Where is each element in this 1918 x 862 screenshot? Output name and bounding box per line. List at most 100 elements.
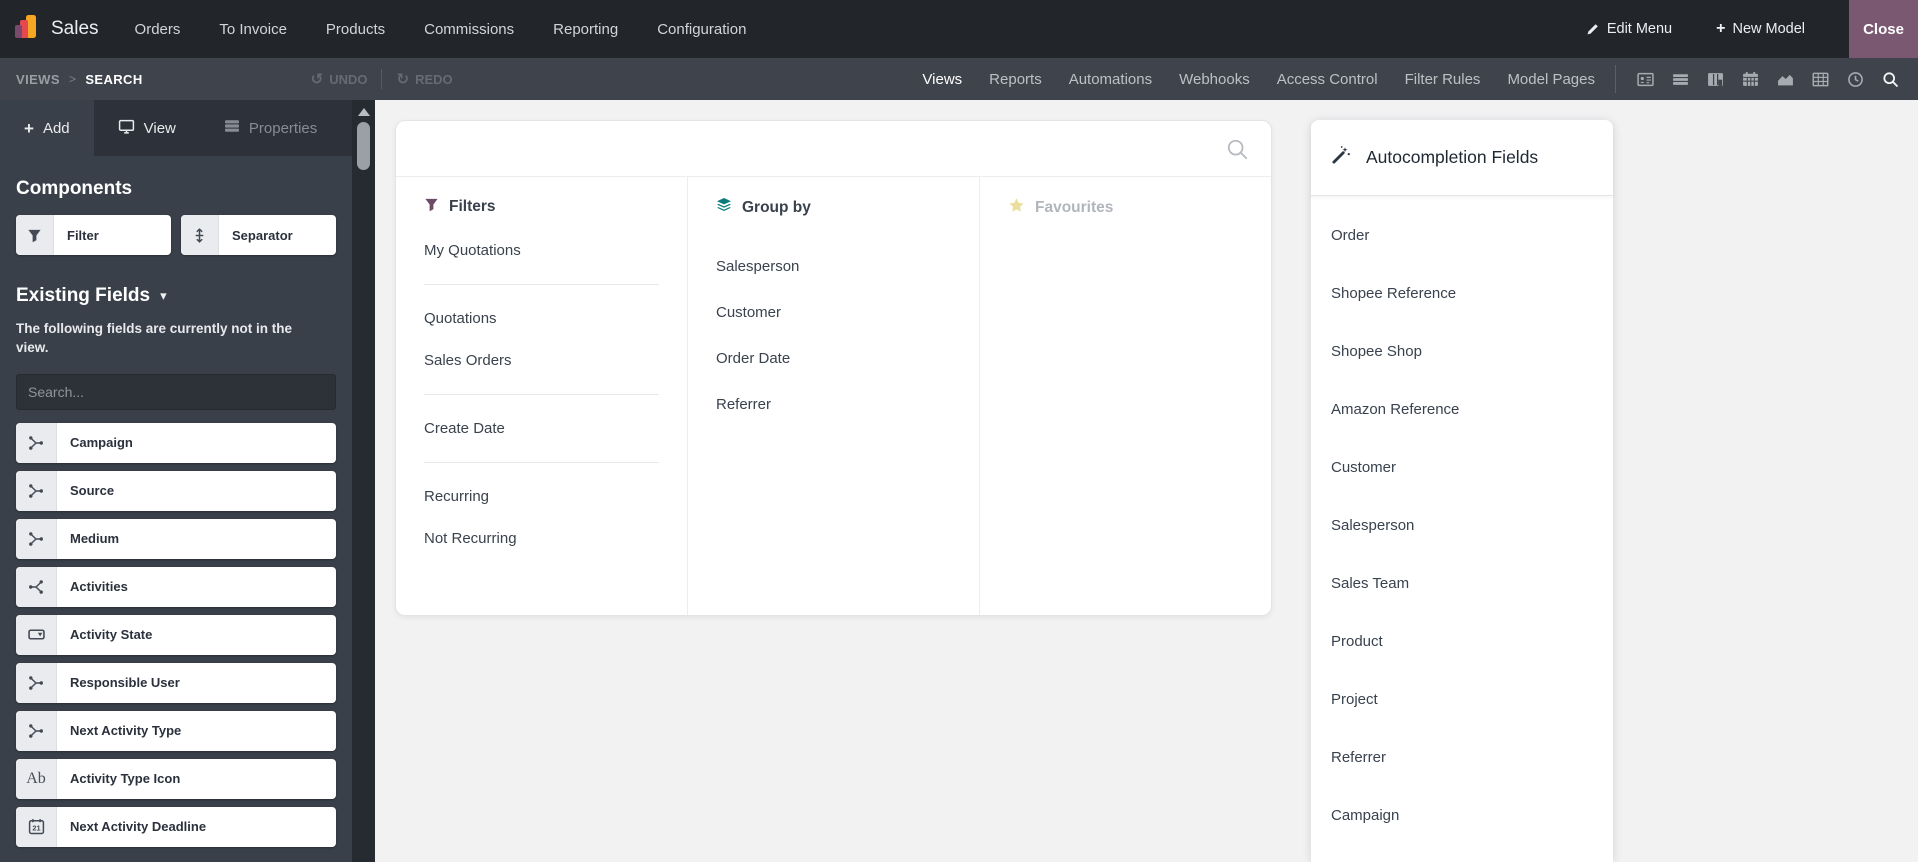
field-search-input[interactable] [16, 373, 336, 410]
autocomplete-item-amazon-reference[interactable]: Amazon Reference [1331, 399, 1613, 420]
new-model-button[interactable]: + New Model [1716, 21, 1805, 38]
field-next-activity-deadline[interactable]: 21 Next Activity Deadline [16, 806, 336, 847]
menu-item-commissions[interactable]: Commissions [424, 21, 514, 38]
field-source[interactable]: Source [16, 470, 336, 511]
favourites-title: Favourites [1035, 199, 1114, 216]
autocomplete-item-campaign[interactable]: Campaign [1331, 805, 1613, 826]
breadcrumb-views[interactable]: VIEWS [16, 72, 60, 87]
redo-button[interactable]: ↻ REDO [396, 70, 452, 88]
edit-menu-button[interactable]: Edit Menu [1586, 21, 1672, 37]
magic-wand-icon [1331, 145, 1351, 170]
filter-item-quotations[interactable]: Quotations [424, 310, 687, 327]
pencil-icon [1586, 22, 1600, 36]
calendar-view-icon[interactable] [1738, 67, 1762, 91]
undo-redo-group: ↺ UNDO ↻ REDO [311, 69, 453, 89]
filter-item-recurring[interactable]: Recurring [424, 488, 687, 505]
autocomplete-item-shopee-reference[interactable]: Shopee Reference [1331, 283, 1613, 304]
search-icon [1226, 138, 1249, 166]
tab-add[interactable]: + Add [0, 100, 94, 156]
activity-view-icon[interactable] [1843, 67, 1867, 91]
filter-separator[interactable] [424, 394, 659, 395]
breadcrumb-separator: > [68, 72, 77, 86]
autocomplete-item-product[interactable]: Product [1331, 631, 1613, 652]
list-view-icon[interactable] [1668, 67, 1692, 91]
app-name[interactable]: Sales [51, 18, 99, 40]
field-responsible-user[interactable]: Responsible User [16, 662, 336, 703]
pivot-view-icon[interactable] [1808, 67, 1832, 91]
preview-search-bar[interactable] [396, 121, 1271, 177]
tab-access-control[interactable]: Access Control [1277, 71, 1378, 88]
menu-item-products[interactable]: Products [326, 21, 385, 38]
monitor-icon [118, 118, 135, 139]
tab-views[interactable]: Views [922, 71, 962, 88]
properties-stack-icon [224, 118, 240, 138]
autocomplete-item-customer[interactable]: Customer [1331, 457, 1613, 478]
field-next-activity-type[interactable]: Next Activity Type [16, 710, 336, 751]
autocomplete-item-shopee-shop[interactable]: Shopee Shop [1331, 341, 1613, 362]
tab-properties[interactable]: Properties [200, 100, 341, 156]
existing-fields-list: Campaign Source Medium Activities Activi… [16, 422, 336, 847]
component-filter-label: Filter [67, 227, 99, 243]
selection-icon [16, 614, 57, 655]
sidebar-scrollbar[interactable] [352, 100, 375, 862]
top-navbar: Sales Orders To Invoice Products Commiss… [0, 0, 1918, 58]
field-activity-state[interactable]: Activity State [16, 614, 336, 655]
existing-fields-header[interactable]: Existing Fields ▾ [16, 285, 336, 307]
add-icon: + [24, 118, 34, 138]
menu-item-reporting[interactable]: Reporting [553, 21, 618, 38]
component-filter[interactable]: Filter [16, 215, 171, 255]
autocomplete-item-sales-team[interactable]: Sales Team [1331, 573, 1613, 594]
tab-model-pages[interactable]: Model Pages [1507, 71, 1595, 88]
autocomplete-item-referrer[interactable]: Referrer [1331, 747, 1613, 768]
group-by-item-order-date[interactable]: Order Date [716, 350, 979, 367]
search-view-icon[interactable] [1878, 67, 1902, 91]
menu-item-to-invoice[interactable]: To Invoice [219, 21, 287, 38]
app-brand[interactable]: Sales [0, 13, 99, 45]
group-by-item-salesperson[interactable]: Salesperson [716, 258, 979, 275]
tab-automations[interactable]: Automations [1069, 71, 1152, 88]
autocomplete-item-salesperson[interactable]: Salesperson [1331, 515, 1613, 536]
scroll-up-arrow-icon[interactable] [357, 108, 370, 116]
filter-separator[interactable] [424, 284, 659, 285]
favourites-column: Favourites [980, 177, 1271, 615]
field-activities[interactable]: Activities [16, 566, 336, 607]
filter-item-create-date[interactable]: Create Date [424, 420, 687, 437]
tab-view[interactable]: View [94, 100, 200, 156]
field-campaign[interactable]: Campaign [16, 422, 336, 463]
group-by-list: Salesperson Customer Order Date Referrer [716, 258, 979, 413]
autocompletion-title: Autocompletion Fields [1366, 147, 1539, 167]
redo-icon: ↻ [396, 70, 410, 88]
filters-header: Filters [424, 197, 687, 217]
filter-separator[interactable] [424, 462, 659, 463]
filter-item-not-recurring[interactable]: Not Recurring [424, 530, 687, 547]
menu-item-orders[interactable]: Orders [135, 21, 181, 38]
date-field-icon: 21 [16, 806, 57, 847]
graph-view-icon[interactable] [1773, 67, 1797, 91]
close-studio-button[interactable]: Close [1849, 0, 1918, 58]
group-by-column: Group by Salesperson Customer Order Date… [688, 177, 980, 615]
menu-item-configuration[interactable]: Configuration [657, 21, 746, 38]
undo-button[interactable]: ↺ UNDO [311, 70, 368, 88]
separator-icon [181, 215, 219, 255]
tab-add-label: Add [42, 119, 70, 137]
field-medium[interactable]: Medium [16, 518, 336, 559]
filter-item-sales-orders[interactable]: Sales Orders [424, 352, 687, 369]
filter-item-my-quotations[interactable]: My Quotations [424, 242, 687, 259]
field-label: Medium [70, 531, 120, 547]
scrollbar-thumb[interactable] [357, 122, 370, 170]
components-title: Components [16, 178, 133, 199]
kanban-view-icon[interactable] [1703, 67, 1727, 91]
autocomplete-item-order[interactable]: Order [1331, 225, 1613, 246]
tab-reports[interactable]: Reports [989, 71, 1042, 88]
tab-filter-rules[interactable]: Filter Rules [1405, 71, 1481, 88]
field-label: Source [70, 483, 115, 499]
components-row: Filter Separator [16, 215, 336, 255]
group-by-item-referrer[interactable]: Referrer [716, 396, 979, 413]
form-view-icon[interactable] [1633, 67, 1657, 91]
tab-webhooks[interactable]: Webhooks [1179, 71, 1250, 88]
component-separator[interactable]: Separator [181, 215, 336, 255]
group-by-item-customer[interactable]: Customer [716, 304, 979, 321]
filter-funnel-icon [424, 197, 439, 217]
field-activity-type-icon[interactable]: Ab Activity Type Icon [16, 758, 336, 799]
autocomplete-item-project[interactable]: Project [1331, 689, 1613, 710]
